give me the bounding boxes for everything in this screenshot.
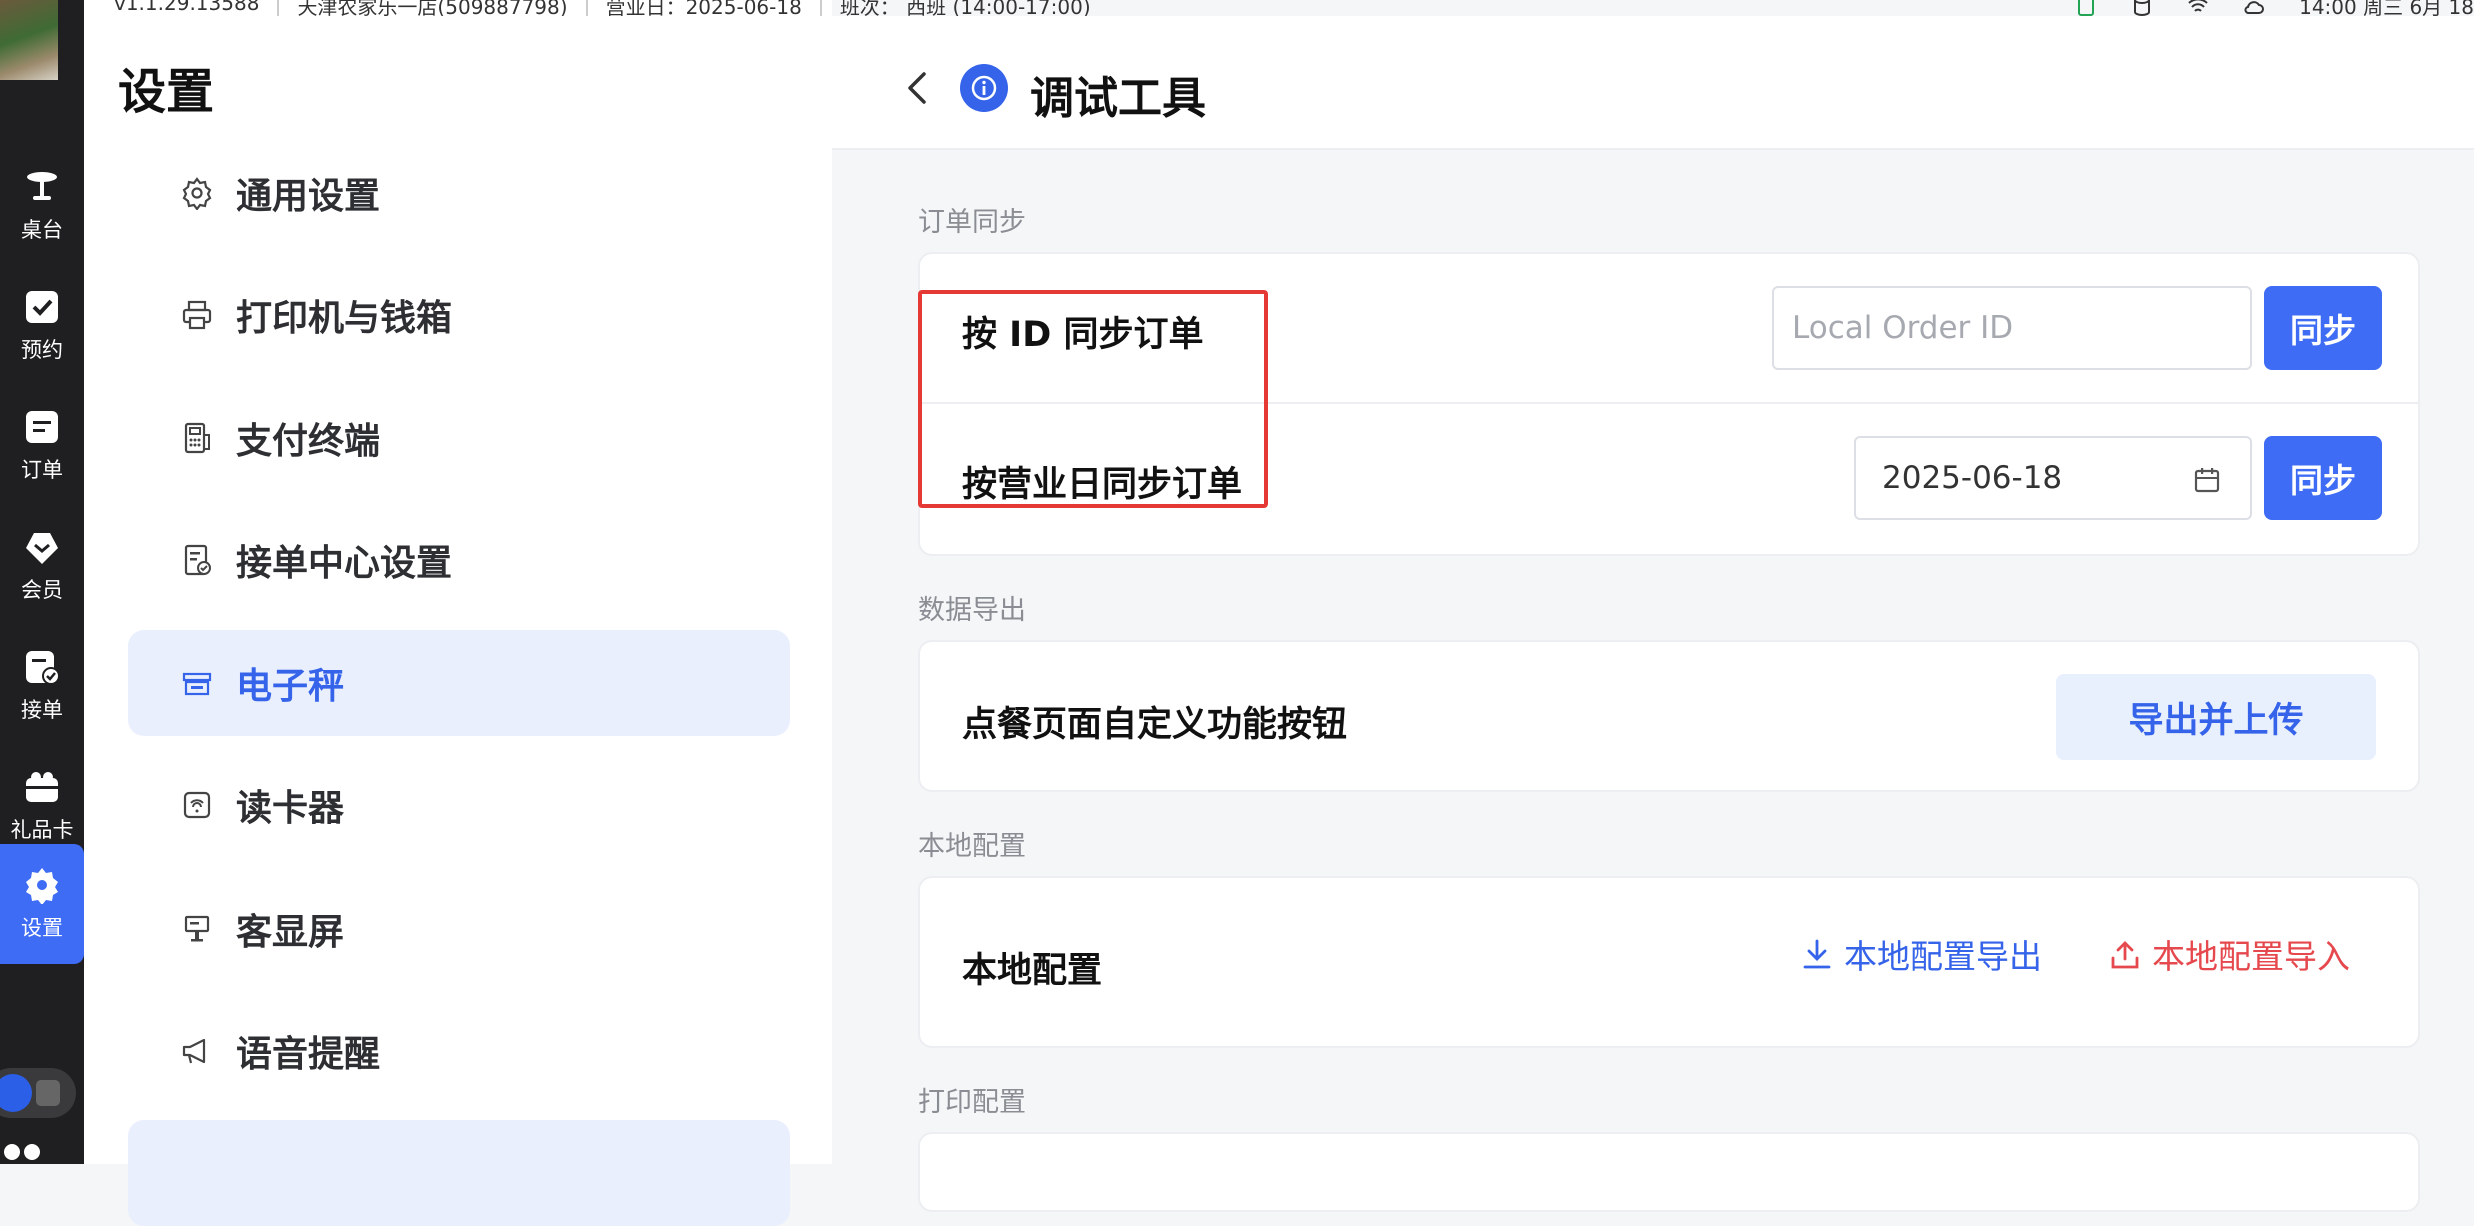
store-name: 天津农家乐一店(509887798)	[279, 0, 588, 16]
page-header: 调试工具	[832, 16, 2474, 150]
menu-item-scale[interactable]: 电子秤	[128, 630, 790, 736]
apps-icon[interactable]	[2, 1138, 42, 1164]
pos-terminal-icon	[184, 422, 210, 454]
menu-item-order-center[interactable]: 接单中心设置	[128, 507, 790, 613]
settings-title: 设置	[118, 64, 215, 120]
rail-item-accept-order[interactable]: 接单	[0, 626, 84, 746]
scale-icon	[182, 672, 212, 696]
member-icon	[26, 533, 58, 564]
settings-icon	[26, 868, 58, 904]
settings-panel: 设置 通用设置 打印机与钱箱 支付终端 接单中心设置 电子秤 读卡器 客显屏 语…	[84, 0, 832, 1226]
business-day: 营业日：2025-06-18	[588, 0, 822, 16]
main-content: 调试工具 订单同步 按 ID 同步订单 Local Order ID 同步 按营…	[832, 0, 2474, 1212]
business-date-picker[interactable]: 2025-06-18	[1854, 436, 2252, 520]
calendar-icon	[2194, 468, 2220, 493]
cloud-icon	[2244, 0, 2265, 14]
local-config-card: 本地配置 本地配置导出 本地配置导入	[918, 876, 2420, 1048]
wifi-icon	[2188, 0, 2208, 12]
local-config-title: 本地配置	[962, 951, 1103, 991]
toggle-knob	[0, 1074, 32, 1112]
print-config-card	[918, 1132, 2420, 1212]
menu-item-payment-terminal[interactable]: 支付终端	[128, 385, 790, 491]
menu-item-voice-alert[interactable]: 语音提醒	[128, 998, 790, 1104]
customer-display-icon	[184, 915, 210, 942]
clock: 14:00 周三 6月 18	[2299, 0, 2474, 16]
sync-by-day-button[interactable]: 同步	[2264, 436, 2382, 520]
sync-by-id-title: 按 ID 同步订单	[962, 315, 1204, 355]
section-label-print-config: 打印配置	[918, 1087, 1026, 1118]
rail-item-reservation[interactable]: 预约	[0, 266, 84, 386]
data-export-card: 点餐页面自定义功能按钮 导出并上传	[918, 640, 2420, 792]
gift-card-icon	[26, 772, 58, 802]
local-config-import-link[interactable]: 本地配置导入	[2110, 930, 2350, 978]
sync-by-id-button[interactable]: 同步	[2264, 286, 2382, 370]
export-row-title: 点餐页面自定义功能按钮	[962, 705, 1348, 745]
local-config-export-link[interactable]: 本地配置导出	[1802, 930, 2042, 978]
local-order-id-input[interactable]: Local Order ID	[1772, 286, 2252, 370]
accept-order-icon	[26, 651, 60, 685]
export-upload-button[interactable]: 导出并上传	[2056, 674, 2376, 760]
rail-item-order[interactable]: 订单	[0, 386, 84, 506]
section-label-data-export: 数据导出	[918, 595, 1026, 626]
rail-item-table[interactable]: 桌台	[0, 146, 84, 266]
menu-item-general[interactable]: 通用设置	[128, 140, 790, 246]
printer-icon	[182, 300, 212, 330]
table-icon	[27, 172, 57, 200]
order-sync-card: 按 ID 同步订单 Local Order ID 同步 按营业日同步订单 202…	[918, 252, 2420, 556]
gear-icon	[182, 177, 212, 210]
rail-item-settings[interactable]: 设置	[0, 844, 84, 964]
sync-by-day-title: 按营业日同步订单	[962, 465, 1243, 505]
mode-toggle[interactable]	[0, 1068, 76, 1118]
upload-icon	[2111, 941, 2139, 969]
menu-item-printer[interactable]: 打印机与钱箱	[128, 262, 790, 368]
device-icon	[36, 1080, 60, 1106]
download-icon	[1803, 939, 1831, 969]
menu-item-customer-display[interactable]: 客显屏	[128, 876, 790, 982]
rail-item-member[interactable]: 会员	[0, 506, 84, 626]
status-bar: v1.1.29.13588 天津农家乐一店(509887798) 营业日：202…	[0, 0, 2474, 16]
menu-item-card-reader[interactable]: 读卡器	[128, 752, 790, 858]
order-center-icon	[184, 544, 211, 576]
business-date-value: 2025-06-18	[1882, 460, 2063, 496]
shift-info: 班次： 西班 (14:00-17:00)	[839, 0, 1091, 16]
menu-item-partial[interactable]	[128, 1120, 790, 1226]
app-version: v1.1.29.13588	[96, 0, 280, 16]
nav-rail: 桌台 预约 订单 会员 接单 礼品卡 设置	[0, 0, 116, 1164]
section-label-order-sync: 订单同步	[918, 207, 1026, 238]
row-divider	[920, 402, 2418, 404]
reservation-icon	[26, 291, 58, 323]
page-title: 调试工具	[1030, 73, 1206, 124]
sim-icon	[2078, 0, 2095, 16]
database-icon	[2134, 0, 2151, 16]
order-icon	[26, 411, 58, 443]
info-icon	[960, 64, 1008, 112]
megaphone-icon	[182, 1038, 206, 1064]
back-icon[interactable]	[902, 68, 932, 108]
card-reader-icon	[183, 791, 211, 819]
section-label-local-config: 本地配置	[918, 831, 1026, 862]
